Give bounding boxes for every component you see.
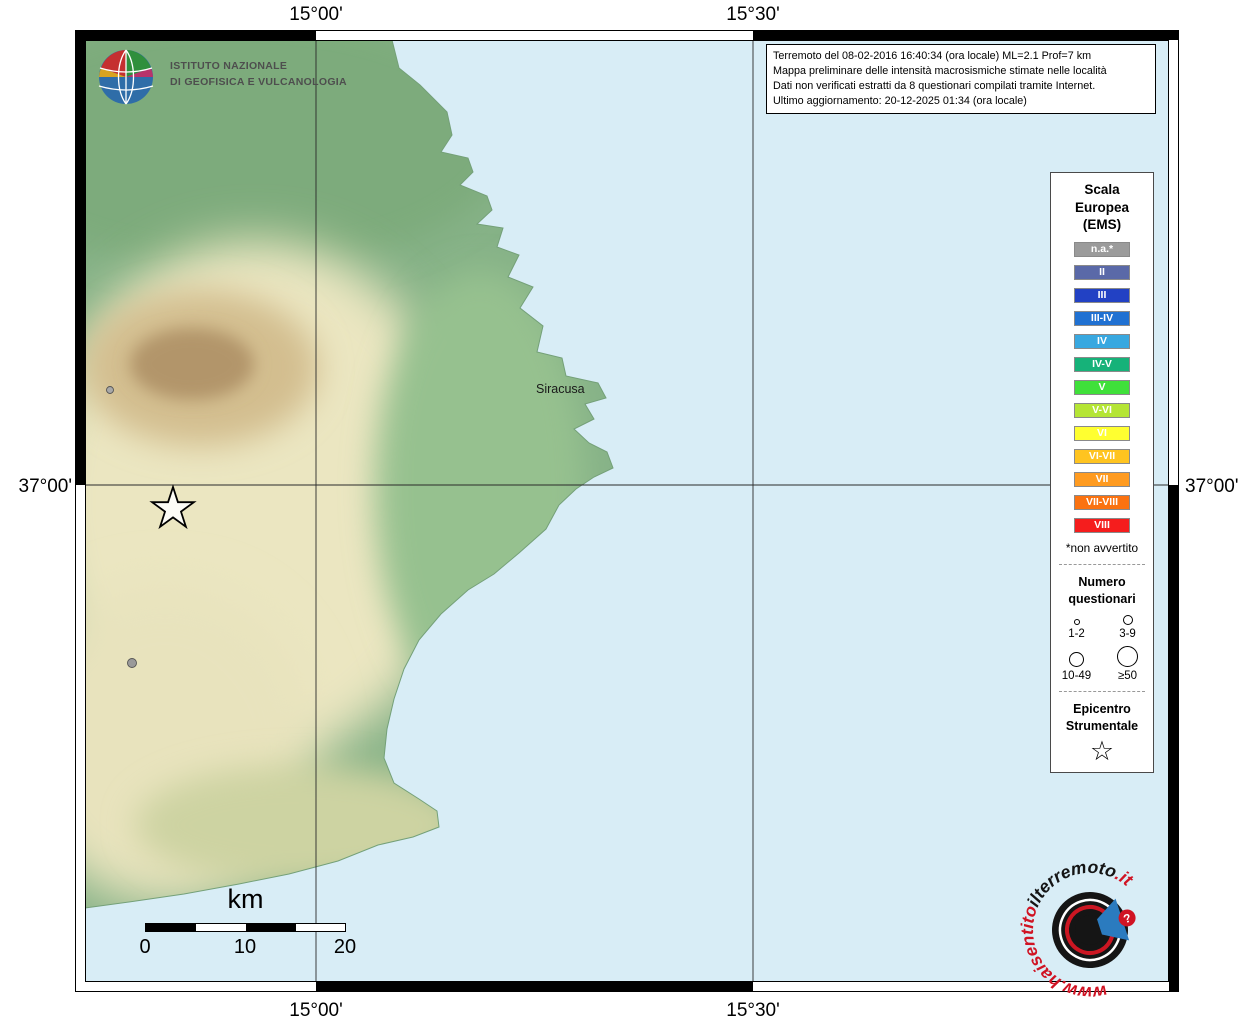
ems-chip-v-vi: V-VI — [1074, 403, 1130, 418]
size-item: ≥50 — [1102, 646, 1153, 682]
ems-chip-vii-viii: VII-VIII — [1074, 495, 1130, 510]
legend-title: Scala Europea (EMS) — [1067, 181, 1137, 234]
ems-chip-iii-iv: III-IV — [1074, 311, 1130, 326]
axis-label-top-left: 15°00' — [256, 4, 376, 26]
ems-chip-na: n.a.* — [1074, 242, 1130, 257]
axis-label-top-right: 15°30' — [693, 4, 813, 26]
ems-chip-v: V — [1074, 380, 1130, 395]
size-item: 3-9 — [1102, 615, 1153, 640]
frame-tick-segment — [1169, 485, 1179, 992]
frame-tick-segment — [75, 30, 316, 40]
scalebar-tick-0: 0 — [115, 936, 175, 959]
scalebar-tick-20: 20 — [315, 936, 375, 959]
epicenter-legend-title: Epicentro Strumentale — [1060, 701, 1144, 735]
legend-divider — [1059, 691, 1145, 692]
questionnaire-size-grid: 1-2 3-9 10-49 ≥50 — [1051, 615, 1153, 682]
scalebar — [145, 923, 346, 932]
legend-divider — [1059, 564, 1145, 565]
scalebar-segment — [146, 924, 196, 931]
ems-chip-viii: VIII — [1074, 518, 1130, 533]
ems-chip-iii: III — [1074, 288, 1130, 303]
size-circle-icon — [1117, 646, 1138, 667]
map-frame-inner — [85, 40, 1169, 982]
ems-chip-iv: IV — [1074, 334, 1130, 349]
event-info-line2: Mappa preliminare delle intensità macros… — [773, 64, 1149, 79]
event-info-line3: Dati non verificati estratti da 8 questi… — [773, 79, 1149, 94]
ems-chip-ii: II — [1074, 265, 1130, 280]
ingv-globe-icon — [95, 46, 157, 108]
axis-label-left: 37°00' — [2, 476, 72, 498]
ems-chip-vi: VI — [1074, 426, 1130, 441]
epicenter-star-legend-icon: ☆ — [1051, 738, 1153, 765]
axis-label-bottom-right: 15°30' — [693, 1000, 813, 1022]
scalebar-tick-10: 10 — [215, 936, 275, 959]
size-circle-icon — [1069, 652, 1084, 667]
scalebar-segment — [296, 924, 345, 931]
axis-label-bottom-left: 15°00' — [256, 1000, 376, 1022]
scalebar-unit: km — [145, 884, 346, 915]
size-item: 1-2 — [1051, 615, 1102, 640]
ingv-name-line1: ISTITUTO NAZIONALE — [170, 59, 347, 75]
macroseismic-map-figure: Siracusa 15°00' 15°30' 15°00' 15°30' 37°… — [0, 0, 1254, 1024]
event-info-line1: Terremoto del 08-02-2016 16:40:34 (ora l… — [773, 49, 1149, 64]
size-circle-icon — [1123, 615, 1133, 625]
size-label: 3-9 — [1119, 628, 1136, 640]
legend-footnote: *non avvertito — [1051, 541, 1153, 555]
size-item: 10-49 — [1051, 646, 1102, 682]
ingv-logo: ISTITUTO NAZIONALE DI GEOFISICA E VULCAN… — [95, 46, 347, 108]
scalebar-segment — [246, 924, 296, 931]
ems-chip-vi-vii: VI-VII — [1074, 449, 1130, 464]
event-info-line4: Ultimo aggiornamento: 20-12-2025 01:34 (… — [773, 94, 1149, 109]
size-circle-icon — [1074, 619, 1080, 625]
size-label: ≥50 — [1118, 670, 1137, 682]
haisentitoilterremoto-logo: www.haisentitoilterremoto.it ? — [1012, 850, 1168, 1006]
size-label: 1-2 — [1068, 628, 1085, 640]
scalebar-segment — [196, 924, 246, 931]
axis-label-right: 37°00' — [1185, 476, 1239, 498]
ems-chip-iv-v: IV-V — [1074, 357, 1130, 372]
event-info-box: Terremoto del 08-02-2016 16:40:34 (ora l… — [766, 44, 1156, 114]
frame-tick-segment — [316, 982, 753, 992]
ingv-name-line2: DI GEOFISICA E VULCANOLOGIA — [170, 75, 347, 91]
frame-tick-segment — [75, 30, 85, 485]
questionnaire-count-title: Numero questionari — [1063, 574, 1141, 608]
ems-chip-vii: VII — [1074, 472, 1130, 487]
legend-panel: Scala Europea (EMS) n.a.* II III III-IV … — [1050, 172, 1154, 773]
size-label: 10-49 — [1062, 670, 1091, 682]
frame-tick-segment — [753, 30, 1179, 40]
